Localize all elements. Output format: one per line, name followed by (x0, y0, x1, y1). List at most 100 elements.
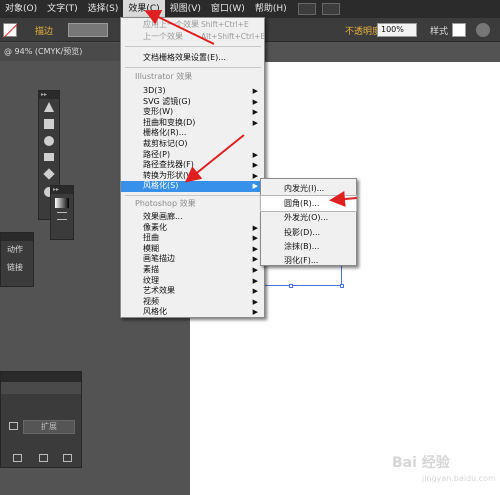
submenu-arrow-icon: ▶ (252, 255, 258, 264)
menu-item-label: 视频 (143, 296, 159, 306)
submenu-arrow-icon: ▶ (252, 171, 258, 180)
menu-item-label: 3D(3) (143, 86, 166, 95)
menu-crop-marks[interactable]: 裁剪标记(O) (121, 139, 264, 150)
menu-view[interactable]: 视图(V) (165, 0, 206, 18)
menu-window[interactable]: 窗口(W) (206, 0, 250, 18)
stroke-weight-field[interactable] (68, 23, 108, 37)
menu-item-label: 裁剪标记(O) (143, 139, 188, 148)
watermark-logo: Bai 经验 jingyan.baidu.com (392, 452, 496, 486)
menu-item-label: 上一个效果 (143, 32, 183, 41)
menu-3d[interactable]: 3D(3) ▶ (121, 86, 264, 97)
menu-separator (125, 195, 261, 196)
menu-item-label: 扭曲 (143, 233, 159, 243)
menu-illustrator-header: Illustrator 效果 (135, 72, 193, 81)
menu-rasterize[interactable]: 栅格化(R)... (121, 128, 264, 139)
style-label: 样式 (430, 27, 449, 37)
menu-help[interactable]: 帮助(H) (250, 0, 292, 18)
submenu-arrow-icon: ▶ (252, 276, 258, 285)
links-tab[interactable]: 链接 (1, 259, 33, 277)
menu-sketch[interactable]: 素描 ▶ (121, 265, 264, 276)
menu-warp[interactable]: 变形(W) ▶ (121, 107, 264, 118)
menu-pathfinder[interactable]: 路径查找器(F) ▶ (121, 160, 264, 171)
menu-pixelate[interactable]: 像素化 ▶ (121, 223, 264, 234)
submenu-arrow-icon: ▶ (252, 297, 258, 306)
effect-menu-dropdown: 应用上一个效果 Shift+Ctrl+E 上一个效果 Alt+Shift+Ctr… (120, 17, 265, 318)
submenu-arrow-icon: ▶ (252, 161, 258, 170)
stroke-label[interactable]: 描边 (35, 24, 53, 38)
menu-select[interactable]: 选择(S) (83, 0, 124, 18)
menu-item-label: 模糊 (143, 243, 159, 253)
exclude-icon[interactable] (9, 422, 18, 430)
menu-stylize[interactable]: 风格化(S) ▶ (121, 181, 264, 192)
gradient-panel-header[interactable]: ▸▸ (51, 186, 73, 194)
selection-handle[interactable] (340, 284, 344, 288)
menu-raster-settings[interactable]: 文档栅格效果设置(E)... (121, 53, 264, 64)
pathfinder-tabbar[interactable] (1, 382, 81, 394)
menu-path[interactable]: 路径(P) ▶ (121, 150, 264, 161)
stroke-icon[interactable] (57, 212, 67, 220)
menu-item-shortcut: Shift+Ctrl+E (201, 20, 249, 29)
menu-apply-last-effect: 应用上一个效果 Shift+Ctrl+E (121, 20, 264, 31)
menu-effect-gallery[interactable]: 效果画廊... (121, 212, 264, 223)
brush-tool-icon[interactable] (41, 119, 57, 133)
gradient-panel: ▸▸ (50, 185, 74, 240)
watermark-url: jingyan.baidu.com (422, 474, 496, 483)
menu-object[interactable]: 对象(O) (0, 0, 42, 18)
menu-item-label: 转换为形状(V) (143, 170, 195, 180)
submenu-arrow-icon: ▶ (252, 223, 258, 232)
submenu-inner-glow[interactable]: 内发光(I)... (261, 181, 356, 197)
arrange-icon[interactable] (321, 3, 340, 15)
blob-tool-icon[interactable] (41, 136, 57, 150)
submenu-arrow-icon: ▶ (252, 87, 258, 95)
opacity-label[interactable]: 不透明度 (345, 24, 381, 38)
menu-item-label: 应用上一个效果 (143, 20, 199, 29)
submenu-arrow-icon: ▶ (252, 182, 258, 191)
menu-svg-filters[interactable]: SVG 滤镜(G) ▶ (121, 97, 264, 108)
bridge-icon[interactable] (297, 3, 316, 15)
menu-blur[interactable]: 模糊 ▶ (121, 244, 264, 255)
merge-icon[interactable] (63, 454, 72, 462)
trim-icon[interactable] (39, 454, 48, 462)
opacity-field[interactable]: 100% (377, 23, 417, 37)
selection-handle[interactable] (289, 284, 293, 288)
submenu-feather[interactable]: 羽化(F)... (261, 253, 356, 269)
actions-tab[interactable]: 动作 (1, 241, 33, 259)
menu-ps-stylize[interactable]: 风格化 ▶ (121, 307, 264, 318)
rotate-tool-icon[interactable] (41, 153, 57, 167)
submenu-outer-glow[interactable]: 外发光(O)... (261, 210, 356, 226)
menu-separator (125, 67, 261, 68)
fill-swatch[interactable] (3, 23, 17, 37)
submenu-arrow-icon: ▶ (252, 108, 258, 117)
tools-panel-header[interactable]: ▸▸ (39, 91, 59, 99)
watermark-logo-text: Bai 经验 (392, 455, 450, 471)
menu-item-shortcut: Alt+Shift+Ctrl+E (201, 32, 266, 41)
menu-convert-to-shape[interactable]: 转换为形状(V) ▶ (121, 171, 264, 182)
pathfinder-panel-header[interactable] (1, 372, 81, 382)
menu-distort-transform[interactable]: 扭曲和变换(D) ▶ (121, 118, 264, 129)
divide-icon[interactable] (13, 454, 22, 462)
width-tool-icon[interactable] (41, 168, 57, 184)
submenu-arrow-icon: ▶ (252, 266, 258, 274)
menu-artistic[interactable]: 艺术效果 ▶ (121, 286, 264, 297)
actions-panel-header[interactable] (1, 233, 33, 241)
menu-item-label: 风格化(S) (143, 181, 179, 191)
document-tab[interactable]: @ 94% (CMYK/预览) (0, 43, 120, 61)
menu-distort[interactable]: 扭曲 ▶ (121, 233, 264, 244)
gradient-icon[interactable] (55, 198, 69, 208)
submenu-drop-shadow[interactable]: 投影(D)... (261, 225, 356, 241)
recolor-icon[interactable] (476, 23, 490, 37)
menu-type[interactable]: 文字(T) (42, 0, 83, 18)
menu-brush-strokes[interactable]: 画笔描边 ▶ (121, 254, 264, 265)
menu-effect[interactable]: 效果(C) (123, 0, 165, 18)
menu-item-label: 艺术效果 (143, 286, 175, 296)
menubar: 对象(O) 文字(T) 选择(S) 效果(C) 视图(V) 窗口(W) 帮助(H… (0, 0, 500, 18)
stylize-submenu: 内发光(I)... 圆角(R)... 外发光(O)... 投影(D)... 涂抹… (260, 178, 357, 266)
pen-tool-icon[interactable] (41, 102, 57, 116)
menu-texture[interactable]: 纹理 ▶ (121, 276, 264, 287)
expand-button[interactable]: 扩展 (23, 420, 75, 434)
submenu-round-corners[interactable]: 圆角(R)... (260, 194, 357, 212)
menu-video[interactable]: 视频 ▶ (121, 297, 264, 308)
submenu-arrow-icon: ▶ (252, 150, 258, 159)
style-swatch[interactable] (452, 23, 466, 37)
pathfinder-panel: 扩展 (0, 371, 82, 468)
